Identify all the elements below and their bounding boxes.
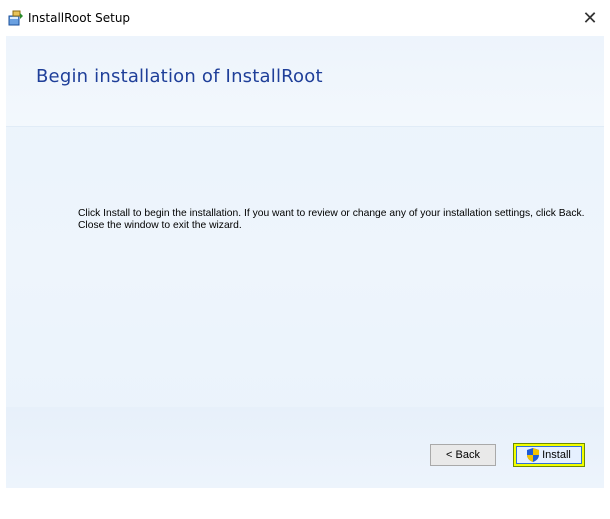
- wizard-content: Begin installation of InstallRoot Click …: [6, 36, 604, 488]
- installer-icon: [8, 10, 24, 26]
- install-button-label: Install: [542, 449, 571, 461]
- installer-window: InstallRoot Setup ✕ Begin installation o…: [0, 0, 610, 519]
- install-button-face: Install: [516, 446, 582, 464]
- banner: Begin installation of InstallRoot: [6, 36, 604, 127]
- title-bar: InstallRoot Setup ✕: [0, 0, 610, 36]
- back-button[interactable]: < Back: [430, 444, 496, 466]
- close-icon: ✕: [582, 7, 598, 28]
- window-title: InstallRoot Setup: [28, 11, 131, 25]
- install-button[interactable]: Install: [513, 443, 585, 467]
- page-title: Begin installation of InstallRoot: [36, 66, 323, 87]
- back-button-label: < Back: [446, 449, 480, 461]
- uac-shield-icon: [527, 448, 540, 462]
- close-button[interactable]: ✕: [570, 0, 610, 36]
- instruction-text: Click Install to begin the installation.…: [78, 208, 585, 231]
